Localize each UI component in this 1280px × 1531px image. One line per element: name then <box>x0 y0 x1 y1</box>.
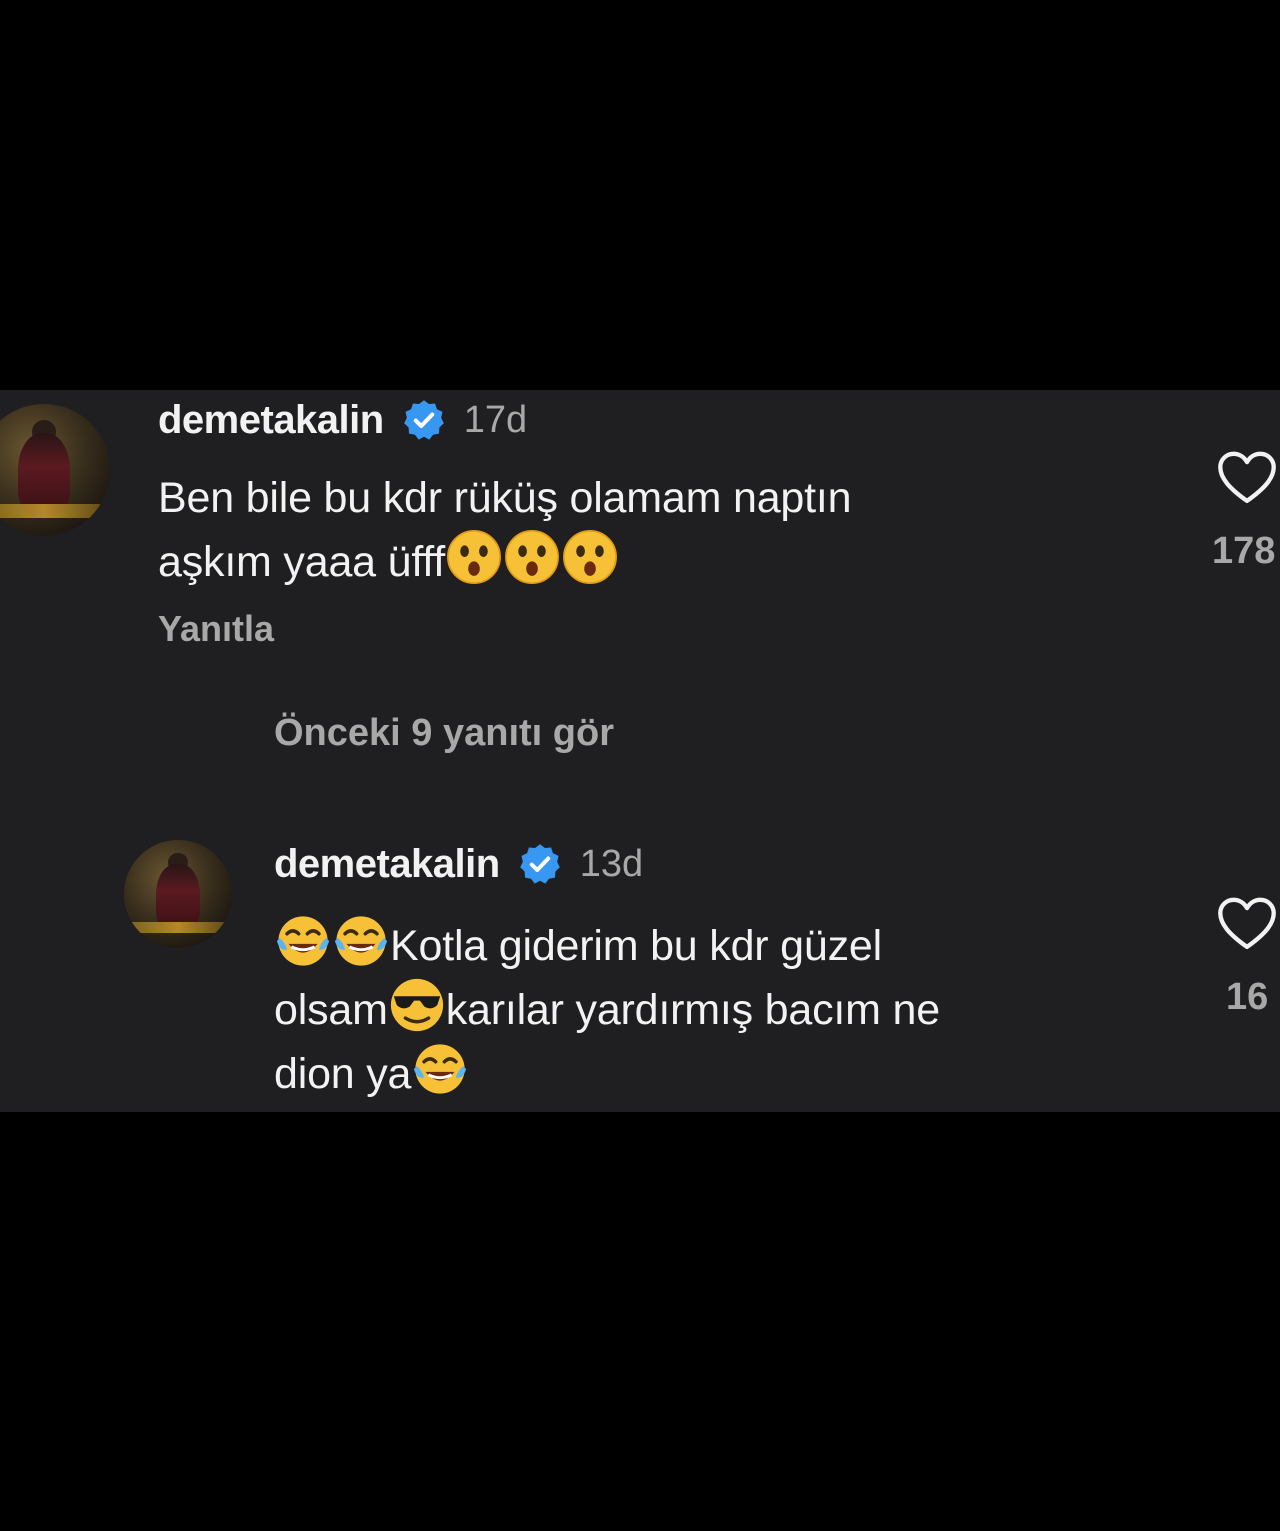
comment-time: 13d <box>579 842 644 885</box>
astonished-emoji-icon <box>447 530 502 584</box>
sunglasses-emoji-icon <box>390 978 443 1032</box>
like-count: 16 <box>1226 976 1269 1018</box>
heart-icon[interactable] <box>1216 450 1278 506</box>
view-previous-replies-button[interactable]: Önceki 9 yanıtı gör <box>274 712 614 755</box>
astonished-emoji-icon <box>563 530 618 584</box>
verified-badge-icon <box>519 844 560 884</box>
comment-line: aşkım yaaa üfff <box>158 528 851 592</box>
astonished-emoji-icon <box>505 530 560 584</box>
tears-of-joy-emoji-icon <box>276 916 330 966</box>
avatar[interactable] <box>0 404 110 536</box>
username[interactable]: demetakalin <box>158 398 384 443</box>
avatar[interactable] <box>124 840 232 948</box>
comment-line: dion ya <box>274 1040 940 1104</box>
like-count: 178 <box>1212 530 1276 572</box>
verified-badge-icon <box>403 400 444 440</box>
comment-line-text: olsam <box>274 986 388 1034</box>
comment-header: demetakalin 17d <box>158 392 527 448</box>
heart-icon[interactable] <box>1216 896 1278 952</box>
comment-line: Ben bile bu kdr rüküş olamam naptın <box>158 474 852 522</box>
comments-panel: demetakalin 17d Ben bile bu kdr rüküş ol… <box>0 390 1280 1112</box>
comment-line-text: Kotla giderim bu kdr güzel <box>390 922 882 970</box>
username[interactable]: demetakalin <box>274 842 500 887</box>
comment-line-text: karılar yardırmış bacım ne <box>445 986 940 1034</box>
tears-of-joy-emoji-icon <box>414 1044 467 1094</box>
comment-line-text: dion ya <box>274 1050 412 1098</box>
comment-header: demetakalin 13d <box>274 836 643 892</box>
comment-line-text: aşkım yaaa üfff <box>158 538 446 586</box>
comment-text: Kotla giderim bu kdr güzel olsam karılar … <box>274 912 940 1104</box>
comment-line: Kotla giderim bu kdr güzel <box>274 912 940 976</box>
comment-time: 17d <box>463 398 528 441</box>
tears-of-joy-emoji-icon <box>334 916 388 966</box>
reply-button[interactable]: Yanıtla <box>158 608 274 650</box>
comment-text: Ben bile bu kdr rüküş olamam naptın aşkı… <box>158 468 852 592</box>
comment-line: olsam karılar yardırmış bacım ne <box>274 976 940 1040</box>
